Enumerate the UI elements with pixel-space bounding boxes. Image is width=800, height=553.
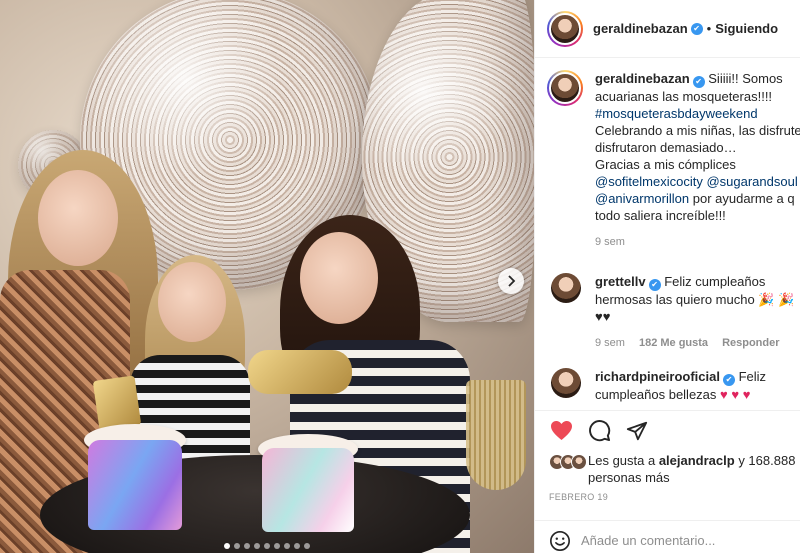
comment-text: grettellv ✔ Feliz cumpleaños hermosas las… — [595, 273, 800, 352]
instagram-post: geraldinebazan ✔ • Siguiendo geraldineba… — [0, 0, 800, 553]
carousel-dot — [274, 543, 280, 549]
verified-badge-icon: ✔ — [690, 22, 703, 35]
comment-line: ♥♥ — [595, 309, 611, 324]
party-emoji: 🎉 🎉 — [758, 292, 795, 307]
likes-prefix: Les gusta a — [588, 453, 659, 468]
caption-line: acuarianas las mosqueteras!!!! — [595, 89, 773, 104]
comment-text: richardpineirooficial ✔ Feliz cumpleaños … — [595, 368, 800, 403]
balloon-tassel — [466, 380, 526, 490]
mention-link[interactable]: @anivarmorillon — [595, 191, 689, 206]
birthday-cake — [88, 440, 182, 530]
caption-line: todo saliera increíble!!! — [595, 208, 726, 223]
commenter-avatar[interactable] — [551, 273, 581, 303]
cake-topper — [92, 375, 142, 431]
likes-text: Les gusta a alejandraclp y 168.888 perso… — [588, 452, 795, 486]
likes-others[interactable]: personas más — [588, 470, 670, 485]
carousel-dot — [234, 543, 240, 549]
caption: geraldinebazan ✔ Siiiii!! Somos acuariana… — [547, 70, 800, 251]
share-icon — [626, 421, 648, 440]
liker-username[interactable]: alejandraclp — [659, 453, 735, 468]
comment-line: cumpleaños bellezas — [595, 387, 717, 402]
comment-icon — [588, 420, 610, 442]
carousel-dot — [294, 543, 300, 549]
post-action-bar — [535, 410, 800, 450]
avatar — [549, 12, 581, 45]
carousel-next-button[interactable] — [498, 268, 524, 294]
like-button[interactable] — [549, 419, 573, 443]
comment-line: Feliz — [738, 369, 767, 384]
carousel-dot — [264, 543, 270, 549]
share-button[interactable] — [625, 419, 649, 443]
mention-link[interactable]: @sofitelmexicocity — [595, 174, 703, 189]
comment-line: hermosas las quiero mucho — [595, 292, 755, 307]
post-date: FEBRERO 19 — [549, 492, 609, 502]
add-comment-bar — [535, 520, 800, 553]
heart-emoji: ♥ ♥ ♥ — [720, 387, 751, 402]
carousel-dot — [284, 543, 290, 549]
caption-avatar-ring[interactable] — [547, 70, 583, 106]
caption-line: por ayudarme a q — [689, 191, 795, 206]
caption-text: geraldinebazan ✔ Siiiii!! Somos acuariana… — [595, 70, 800, 251]
carousel-dot — [244, 543, 250, 549]
comment-time: 9 sem — [595, 337, 625, 349]
following-button[interactable]: Siguiendo — [715, 21, 778, 36]
caption-meta: 9 sem — [595, 234, 800, 251]
verified-badge-icon: ✔ — [722, 374, 735, 386]
carousel-dot — [304, 543, 310, 549]
carousel-dot — [224, 543, 230, 549]
reply-button[interactable]: Responder — [722, 335, 779, 352]
comment-button[interactable] — [587, 419, 611, 443]
verified-badge-icon: ✔ — [692, 76, 705, 88]
emoji-icon[interactable] — [549, 530, 571, 552]
comment-username[interactable]: richardpineirooficial — [595, 369, 720, 384]
heart-icon — [550, 420, 572, 441]
caption-line: Siiiii!! Somos — [708, 71, 783, 86]
author-avatar-ring[interactable] — [547, 10, 583, 47]
separator-dot: • — [706, 21, 712, 36]
caption-line: disfrutaron demasiado… — [595, 140, 737, 155]
carousel-dot — [254, 543, 260, 549]
carousel-indicator — [0, 543, 534, 549]
birthday-cake — [262, 448, 354, 532]
post-side-panel: geraldinebazan ✔ • Siguiendo geraldineba… — [534, 0, 800, 553]
avatar — [549, 72, 581, 104]
post-photo[interactable] — [0, 0, 534, 553]
chevron-right-icon — [508, 275, 516, 287]
verified-badge-icon: ✔ — [648, 279, 661, 291]
comment-line: Feliz cumpleaños — [664, 274, 766, 289]
caption-username[interactable]: geraldinebazan — [595, 71, 690, 86]
comment: richardpineirooficial ✔ Feliz cumpleaños … — [547, 368, 800, 403]
caption-line: Gracias a mis cómplices — [595, 157, 736, 172]
comment-meta: 9 sem 182 Me gusta Responder — [595, 335, 800, 352]
likes-summary: Les gusta a alejandraclp y 168.888 perso… — [549, 452, 800, 486]
post-header: geraldinebazan ✔ • Siguiendo — [535, 0, 800, 58]
comment: grettellv ✔ Feliz cumpleaños hermosas las… — [547, 273, 800, 352]
commenter-avatar[interactable] — [551, 368, 581, 398]
comments-list: geraldinebazan ✔ Siiiii!! Somos acuariana… — [535, 58, 800, 408]
caption-line: Celebrando a mis niñas, las disfrute — [595, 123, 800, 138]
comment-input[interactable] — [581, 533, 781, 548]
avatar — [571, 454, 587, 470]
comment-likes-count[interactable]: 182 Me gusta — [639, 335, 708, 352]
caption-time: 9 sem — [595, 236, 625, 248]
cake-topper — [248, 350, 352, 394]
comment-username[interactable]: grettellv — [595, 274, 646, 289]
author-username[interactable]: geraldinebazan — [593, 21, 688, 36]
liker-avatars — [549, 454, 587, 470]
mention-link[interactable]: @sugarandsoul — [706, 174, 797, 189]
likes-middle: y 168.888 — [734, 453, 796, 468]
hashtag-link[interactable]: #mosqueterasbdayweekend — [595, 106, 758, 121]
